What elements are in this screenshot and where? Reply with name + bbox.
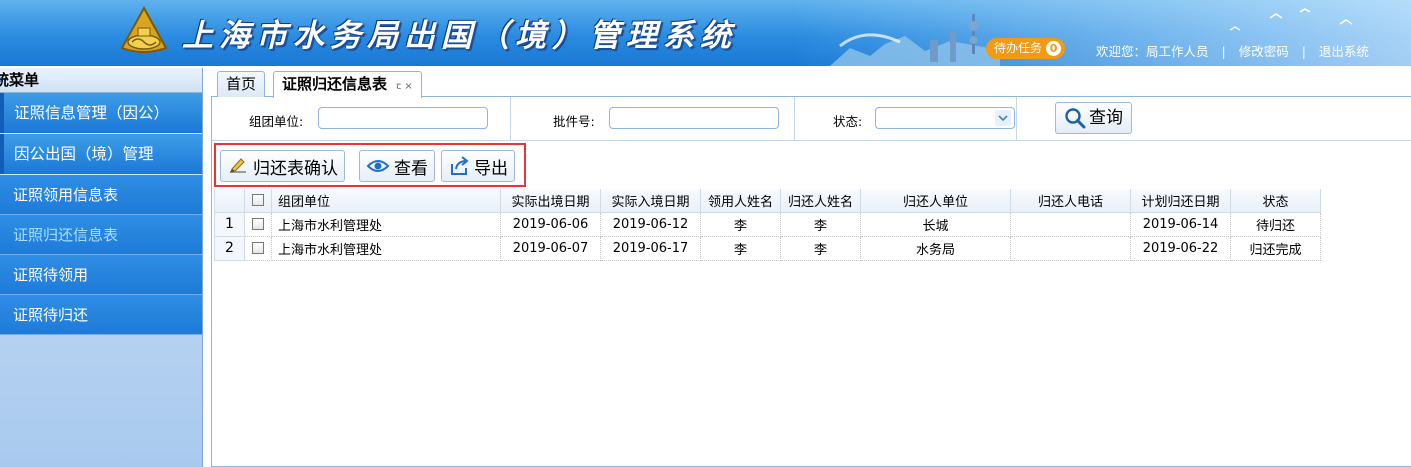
logout-link[interactable]: 退出系统 <box>1319 44 1369 59</box>
col-header-plan-date[interactable]: 计划归还日期 <box>1130 189 1231 213</box>
sidebar-item-passport-return[interactable]: 证照归还信息表 <box>0 215 202 255</box>
search-icon <box>1065 108 1086 129</box>
cell-plan-date: 2019-06-22 <box>1130 235 1231 261</box>
chevron-down-icon <box>995 110 1011 126</box>
query-label: 查询 <box>1089 108 1123 128</box>
table-header-row: 组团单位 实际出境日期 实际入境日期 领用人姓名 归还人姓名 归还人单位 归还人… <box>214 189 1321 213</box>
tab-passport-return[interactable]: 证照归还信息表 ꞇ × <box>273 71 422 98</box>
cell-status: 待归还 <box>1230 211 1321 237</box>
select-all-header[interactable] <box>244 189 272 213</box>
col-header-returner-unit[interactable]: 归还人单位 <box>860 189 1011 213</box>
cell-in-date: 2019-06-17 <box>600 235 701 261</box>
batch-no-input[interactable] <box>609 107 779 129</box>
sidebar-item-pending-borrow[interactable]: 证照待领用 <box>0 255 202 295</box>
cell-borrower: 李 <box>700 235 781 261</box>
tab-bar: 首页 证照归还信息表 ꞇ × <box>211 70 1411 98</box>
user-bar: 欢迎您：局工作人员 | 修改密码 | 退出系统 <box>1096 41 1369 60</box>
pencil-edit-icon <box>230 158 246 173</box>
cell-returner-unit: 长城 <box>860 211 1011 237</box>
separator: | <box>1221 44 1226 59</box>
group-unit-label: 组团单位: <box>249 114 304 129</box>
sidebar-group-official-travel[interactable]: 因公出国（境）管理 <box>0 134 202 175</box>
tab-refresh-close-icon[interactable]: ꞇ × <box>396 81 412 92</box>
view-button[interactable]: 查看 <box>359 150 435 182</box>
birds-decoration <box>1229 8 1353 31</box>
search-bar: 组团单位: 批件号: 状态: 查询 <box>212 97 1411 141</box>
cell-returner-unit: 水务局 <box>860 235 1011 261</box>
row-number: 2 <box>214 235 245 261</box>
divider <box>794 97 795 141</box>
confirm-return-button[interactable]: 归还表确认 <box>220 150 345 182</box>
main-panel: 组团单位: 批件号: 状态: 查询 归还表确认 查看 导出 组团单位 实际出境日… <box>211 97 1411 467</box>
row-checkbox[interactable] <box>252 218 264 230</box>
cell-out-date: 2019-06-06 <box>500 211 601 237</box>
confirm-return-label: 归还表确认 <box>253 158 338 179</box>
cell-returner: 李 <box>780 211 861 237</box>
cell-unit: 上海市水利管理处 <box>271 211 501 237</box>
system-title: 上海市水务局出国（境）管理系统 <box>182 18 737 54</box>
sidebar: 统菜单 « 证照信息管理（因公） 因公出国（境）管理 证照领用信息表 证照归还信… <box>0 68 203 467</box>
cell-phone <box>1010 235 1131 261</box>
status-label: 状态: <box>833 114 863 129</box>
sidebar-group-passport-info[interactable]: 证照信息管理（因公） <box>0 93 202 134</box>
export-label: 导出 <box>474 158 508 179</box>
col-header-in-date[interactable]: 实际入境日期 <box>600 189 701 213</box>
select-all-checkbox[interactable] <box>252 194 264 207</box>
tab-home[interactable]: 首页 <box>217 71 266 97</box>
cell-status: 归还完成 <box>1230 235 1321 261</box>
cell-out-date: 2019-06-07 <box>500 235 601 261</box>
group-unit-input[interactable] <box>318 107 488 129</box>
app-header: 上海市水务局出国（境）管理系统 待办任务 0 欢迎您：局工作人员 | 修改密码 … <box>0 0 1411 66</box>
col-header-phone[interactable]: 归还人电话 <box>1010 189 1131 213</box>
col-header-borrower[interactable]: 领用人姓名 <box>700 189 781 213</box>
status-select[interactable] <box>875 107 1015 129</box>
cell-plan-date: 2019-06-14 <box>1130 211 1231 237</box>
query-button[interactable]: 查询 <box>1055 102 1132 134</box>
table-row[interactable]: 2 上海市水利管理处 2019-06-07 2019-06-17 李 李 水务局… <box>214 235 1321 261</box>
divider <box>1016 97 1017 141</box>
city-skyline-image <box>830 14 1000 66</box>
separator: | <box>1301 44 1306 59</box>
export-button[interactable]: 导出 <box>441 150 515 182</box>
sidebar-item-passport-borrow[interactable]: 证照领用信息表 <box>0 175 202 215</box>
tab-label: 证照归还信息表 <box>282 75 388 93</box>
todo-count: 0 <box>1046 41 1062 56</box>
eye-icon <box>366 160 390 172</box>
col-header-unit[interactable]: 组团单位 <box>271 189 501 213</box>
col-header-out-date[interactable]: 实际出境日期 <box>500 189 601 213</box>
cell-returner: 李 <box>780 235 861 261</box>
row-number: 1 <box>214 211 245 237</box>
todo-label: 待办任务 <box>994 41 1043 55</box>
rownum-header <box>214 189 245 213</box>
sidebar-item-pending-return[interactable]: 证照待归还 <box>0 295 202 335</box>
cell-unit: 上海市水利管理处 <box>271 235 501 261</box>
cell-borrower: 李 <box>700 211 781 237</box>
collapse-icon[interactable]: « <box>0 68 196 93</box>
table-row[interactable]: 1 上海市水利管理处 2019-06-06 2019-06-12 李 李 长城 … <box>214 211 1321 237</box>
return-info-table: 组团单位 实际出境日期 实际入境日期 领用人姓名 归还人姓名 归还人单位 归还人… <box>214 189 1321 261</box>
col-header-status[interactable]: 状态 <box>1230 189 1321 213</box>
export-icon <box>451 156 469 175</box>
cell-phone <box>1010 211 1131 237</box>
todo-tasks-badge[interactable]: 待办任务 0 <box>986 38 1066 59</box>
row-checkbox[interactable] <box>252 242 264 254</box>
sidebar-header: 统菜单 « <box>0 68 202 93</box>
water-bureau-logo <box>120 6 168 53</box>
divider <box>510 97 511 141</box>
row-select-cell[interactable] <box>244 235 272 261</box>
view-label: 查看 <box>394 158 428 179</box>
col-header-returner[interactable]: 归还人姓名 <box>780 189 861 213</box>
welcome-text: 欢迎您：局工作人员 <box>1096 44 1209 59</box>
change-password-link[interactable]: 修改密码 <box>1239 44 1289 59</box>
row-select-cell[interactable] <box>244 211 272 237</box>
batch-no-label: 批件号: <box>553 114 595 129</box>
cell-in-date: 2019-06-12 <box>600 211 701 237</box>
